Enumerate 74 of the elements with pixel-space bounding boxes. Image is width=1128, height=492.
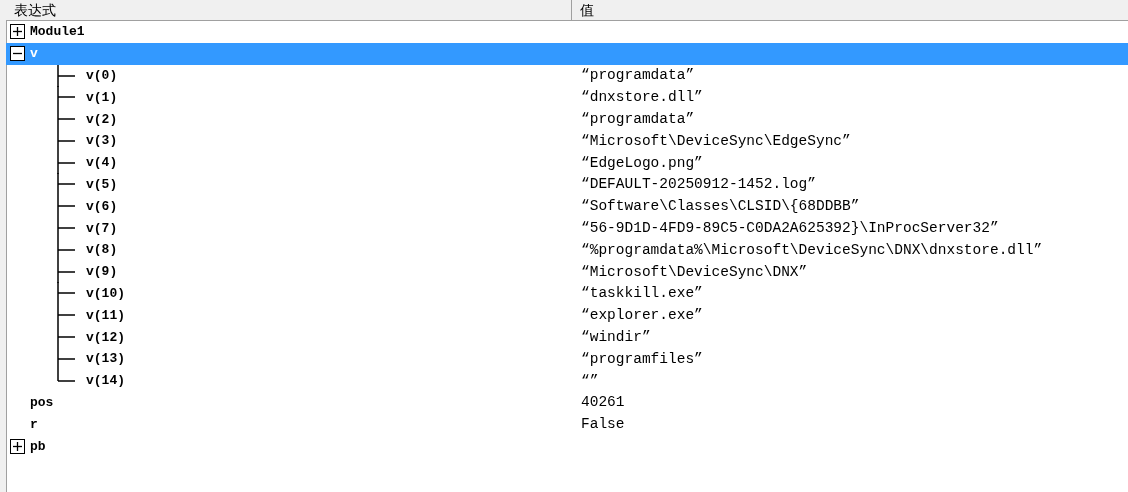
expression-value: “DEFAULT-20250912-1452.log” — [581, 176, 816, 193]
tree-connector — [54, 86, 75, 109]
expression-name: v(9) — [86, 264, 118, 280]
tree-row[interactable]: v(10) “taskkill.exe” — [6, 282, 1128, 305]
expression-value: “Software\Classes\CLSID\{68DDBB” — [581, 198, 860, 215]
expression-name: Module1 — [30, 24, 85, 40]
expression-name: v(4) — [86, 155, 118, 171]
collapse-icon[interactable] — [10, 46, 25, 62]
tree-connector — [54, 173, 75, 196]
tree-row[interactable]: v(8) “%programdata%\Microsoft\DeviceSync\DNX\dnxstore.dll” — [6, 238, 1128, 261]
expression-value: “%programdata%\Microsoft\DeviceSync\DNX\dnxstore.dll” — [581, 241, 1043, 258]
tree-row[interactable]: v(0) “programdata” — [6, 64, 1128, 87]
expression-name: v(14) — [86, 373, 125, 389]
tree-connector — [54, 151, 75, 174]
expression-name: v(8) — [86, 242, 118, 258]
tree-row[interactable]: v(11) “explorer.exe” — [6, 304, 1128, 327]
tree-connector — [54, 129, 75, 152]
tree-row[interactable]: r False — [6, 413, 1128, 436]
expand-icon[interactable] — [10, 24, 25, 40]
column-header[interactable]: 表达式 — [6, 0, 572, 20]
expression-name: v(3) — [86, 133, 118, 149]
expression-name: v(6) — [86, 198, 118, 214]
expression-value: 40261 — [581, 394, 625, 411]
expression-value: “Microsoft\DeviceSync\DNX” — [581, 263, 808, 280]
expression-name: v(0) — [86, 68, 118, 83]
expression-name: v(10) — [86, 285, 125, 301]
tree-row[interactable]: v(1) “dnxstore.dll” — [6, 86, 1128, 109]
tree-connector — [54, 217, 75, 240]
tree-row[interactable]: v(12) “windir” — [6, 326, 1128, 348]
expression-name: r — [30, 416, 38, 432]
expression-name: v(13) — [86, 351, 125, 367]
column-header[interactable]: 值 — [572, 0, 1128, 20]
expression-name: pos — [30, 394, 54, 410]
expression-name: v(5) — [86, 176, 118, 192]
expression-name: v(12) — [86, 329, 125, 345]
tree-connector — [54, 282, 75, 305]
expression-value: “” — [581, 372, 599, 389]
tree-row[interactable]: v(2) “programdata” — [6, 108, 1128, 130]
expression-value: “56-9D1D-4FD9-89C5-C0DA2A625392}\InProcServer32” — [581, 220, 999, 237]
expression-value: “explorer.exe” — [581, 307, 703, 324]
tree-connector — [54, 64, 75, 87]
tree-row[interactable]: v(9) “Microsoft\DeviceSync\DNX” — [6, 260, 1128, 283]
tree-connector — [54, 304, 75, 327]
expression-value: “windir” — [581, 329, 651, 346]
expression-name: v(2) — [86, 111, 118, 127]
tree-row[interactable]: pos 40261 — [6, 391, 1128, 414]
tree-row[interactable]: v(5) “DEFAULT-20250912-1452.log” — [6, 173, 1128, 196]
tree-connector — [54, 238, 75, 261]
tree-row[interactable]: v(13) “programfiles” — [6, 347, 1128, 370]
tree-row[interactable]: v(3) “Microsoft\DeviceSync\EdgeSync” — [6, 130, 1128, 152]
tree-row[interactable]: v(7) “56-9D1D-4FD9-89C5-C0DA2A625392}\InProcServer32” — [6, 217, 1128, 239]
tree-connector — [54, 108, 75, 131]
expression-value: False — [581, 416, 625, 433]
tree-connector — [54, 260, 75, 283]
tree-connector — [54, 195, 75, 218]
expression-value: “dnxstore.dll” — [581, 89, 703, 106]
expression-value: “programdata” — [581, 111, 695, 128]
expand-icon[interactable] — [10, 438, 25, 454]
expression-name: v(11) — [86, 307, 125, 323]
expression-value: “EdgeLogo.png” — [581, 154, 703, 171]
tree-row[interactable]: pb — [6, 435, 1128, 457]
tree-row[interactable]: v(4) “EdgeLogo.png” — [6, 151, 1128, 174]
tree-connector — [54, 326, 75, 349]
expression-value: “programdata” — [581, 67, 695, 84]
tree-row[interactable]: Module1 — [6, 21, 1128, 43]
tree-row[interactable]: v(6) “Software\Classes\CLSID\{68DDBB” — [6, 195, 1128, 218]
expression-value: “taskkill.exe” — [581, 285, 703, 302]
expression-value: “Microsoft\DeviceSync\EdgeSync” — [581, 132, 851, 149]
tree-row[interactable]: v(14) “” — [6, 369, 1128, 392]
expression-name: v — [30, 46, 38, 62]
expression-name: v(1) — [86, 89, 118, 105]
expression-value: “programfiles” — [581, 350, 703, 367]
expression-name: pb — [30, 438, 46, 454]
expression-name: v(7) — [86, 220, 118, 236]
